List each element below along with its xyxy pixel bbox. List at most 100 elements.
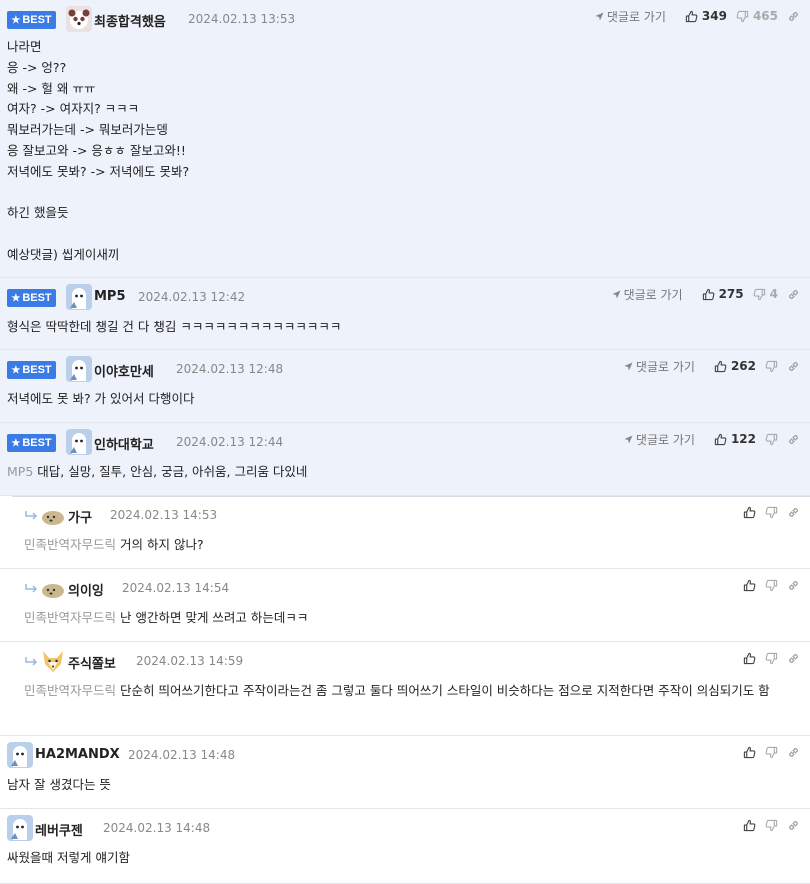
author-nickname[interactable]: HA2MANDX [35,747,120,762]
like-button[interactable] [743,579,756,592]
avatar[interactable] [40,575,66,601]
link-button[interactable] [787,579,800,592]
like-button[interactable]: 122 [714,432,756,446]
avatar-icon [66,6,92,32]
author-nickname[interactable]: MP5 [94,289,126,304]
comment-actions [734,817,800,833]
like-button[interactable] [743,506,756,519]
dislike-button[interactable] [765,819,778,832]
avatar[interactable] [66,429,92,455]
comment-body: 민족반역자무드릭 난 앵간하면 맞게 쓰려고 하는데ㅋㅋ [24,608,798,629]
goto-reply-link[interactable]: 댓글로 가기 [624,431,695,448]
author-nickname[interactable]: 레버쿠젠 [35,820,83,839]
mention-tag[interactable]: MP5 [7,464,33,479]
avatar[interactable] [66,6,92,32]
goto-reply-link[interactable]: 댓글로 가기 [595,8,666,25]
link-button[interactable] [787,288,800,301]
comment-header: 가구 2024.02.13 14:53 [0,496,810,536]
like-button[interactable] [743,652,756,665]
avatar-icon [7,815,33,841]
comment-header: 레버쿠젠 2024.02.13 14:48 [0,809,810,849]
dislike-count: 465 [752,9,778,23]
comment-actions [734,504,800,520]
dislike-count: 4 [769,287,778,301]
star-icon: ★ [11,293,21,304]
link-button[interactable] [787,360,800,373]
reply-comment: 주식쫄보 2024.02.13 14:59 민족반역자무드릭 단순히 띄어쓰기한다… [0,642,810,736]
best-comment: ★ BEST 인하대학교 2024.02.13 12:44 댓글로 가기 122 … [0,423,810,496]
link-icon [787,288,800,301]
comment-body: 민족반역자무드릭 단순히 띄어쓰기한다고 주작이라는건 좀 그렇고 둘다 띄어쓰기… [24,681,798,702]
like-button[interactable]: 349 [685,9,727,23]
mention-tag[interactable]: 민족반역자무드릭 [24,537,116,552]
arrow-icon [595,12,604,21]
comment-header: ★ BEST 최종합격했음 2024.02.13 13:53 댓글로 가기 349… [0,0,810,40]
like-button[interactable] [743,746,756,759]
thumb-down-icon [753,288,766,301]
comment-text: 거의 하지 않나? [120,537,204,552]
dislike-button[interactable]: 4 [753,287,778,301]
comment-text: 대답, 실망, 질투, 안심, 궁금, 아쉬움, 그리움 다있네 [37,464,308,479]
avatar-icon [40,648,66,674]
avatar[interactable] [7,742,33,768]
link-button[interactable] [787,819,800,832]
comment-actions: 댓글로 가기 349 465 [595,8,800,24]
comment-date: 2024.02.13 14:53 [110,508,218,522]
thumb-down-icon [765,433,778,446]
goto-reply-link[interactable]: 댓글로 가기 [612,286,683,303]
comment-header: ★ BEST 이야호만세 2024.02.13 12:48 댓글로 가기 262 [0,350,810,390]
like-button[interactable] [743,819,756,832]
dislike-button[interactable]: 465 [736,9,778,23]
avatar-icon [66,284,92,310]
dislike-button[interactable] [765,360,778,373]
comment-date: 2024.02.13 12:42 [138,290,246,304]
avatar-icon [40,502,66,528]
comment-date: 2024.02.13 14:54 [122,581,230,595]
best-comment: ★ BEST 최종합격했음 2024.02.13 13:53 댓글로 가기 349… [0,0,810,278]
dislike-button[interactable] [765,746,778,759]
link-icon [787,579,800,592]
arrow-icon [624,435,633,444]
like-button[interactable]: 275 [702,287,744,301]
reply-comment: 가구 2024.02.13 14:53 민족반역자무드릭 거의 하지 않나? [0,496,810,569]
link-button[interactable] [787,10,800,23]
link-button[interactable] [787,433,800,446]
comment-header: ★ BEST MP5 2024.02.13 12:42 댓글로 가기 275 4 [0,278,810,318]
author-nickname[interactable]: 의이잉 [68,580,104,599]
comment-text: 단순히 띄어쓰기한다고 주작이라는건 좀 그렇고 둘다 띄어쓰기 스타일이 비슷… [120,683,770,698]
link-button[interactable] [787,746,800,759]
avatar[interactable] [40,502,66,528]
star-icon: ★ [11,15,21,26]
star-icon: ★ [11,438,21,449]
comment: 레버쿠젠 2024.02.13 14:48 싸웠을때 저렇게 얘기함 [0,809,810,884]
mention-tag[interactable]: 민족반역자무드릭 [24,610,116,625]
avatar[interactable] [7,815,33,841]
arrow-icon [612,290,621,299]
link-button[interactable] [787,506,800,519]
author-nickname[interactable]: 최종합격했음 [94,11,166,30]
link-button[interactable] [787,652,800,665]
link-icon [787,652,800,665]
dislike-button[interactable] [765,652,778,665]
avatar[interactable] [66,356,92,382]
goto-reply-link[interactable]: 댓글로 가기 [624,358,695,375]
author-nickname[interactable]: 주식쫄보 [68,653,116,672]
author-nickname[interactable]: 이야호만세 [94,361,154,380]
avatar[interactable] [66,284,92,310]
dislike-button[interactable] [765,506,778,519]
mention-tag[interactable]: 민족반역자무드릭 [24,683,116,698]
like-button[interactable]: 262 [714,359,756,373]
author-nickname[interactable]: 가구 [68,507,92,526]
thumb-down-icon [765,819,778,832]
dislike-button[interactable] [765,433,778,446]
comment-date: 2024.02.13 14:48 [128,748,236,762]
comment-date: 2024.02.13 14:48 [103,821,211,835]
dislike-button[interactable] [765,579,778,592]
author-nickname[interactable]: 인하대학교 [94,434,154,453]
comment-actions: 댓글로 가기 262 [624,358,800,374]
thumb-down-icon [765,360,778,373]
thumb-up-icon [743,819,756,832]
thumb-up-icon [743,579,756,592]
comment-header: ★ BEST 인하대학교 2024.02.13 12:44 댓글로 가기 122 [0,423,810,463]
avatar[interactable] [40,648,66,674]
